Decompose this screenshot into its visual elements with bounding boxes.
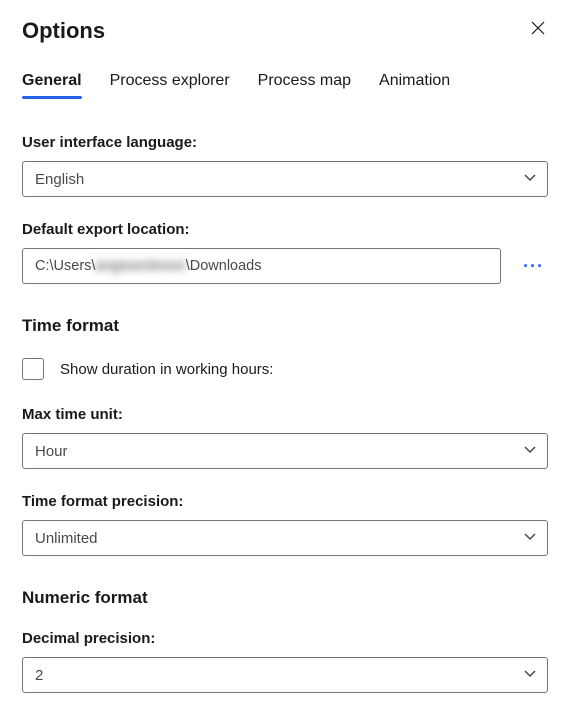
ui-language-label: User interface language:	[22, 134, 548, 151]
max-time-unit-value: Hour	[35, 443, 68, 460]
chevron-down-icon	[523, 170, 537, 188]
time-precision-label: Time format precision:	[22, 493, 548, 510]
export-path-suffix: \Downloads	[186, 258, 262, 274]
ui-language-select[interactable]: English	[22, 161, 548, 197]
show-duration-label: Show duration in working hours:	[60, 361, 273, 378]
time-precision-select[interactable]: Unlimited	[22, 520, 548, 556]
export-location-label: Default export location:	[22, 221, 548, 238]
decimal-precision-value: 2	[35, 667, 43, 684]
tab-process-explorer[interactable]: Process explorer	[110, 72, 230, 98]
ui-language-group: User interface language: English	[22, 134, 548, 197]
chevron-down-icon	[523, 442, 537, 460]
dialog-header: Options	[22, 18, 548, 44]
time-format-header: Time format	[22, 316, 548, 336]
chevron-down-icon	[523, 529, 537, 547]
tab-bar: General Process explorer Process map Ani…	[22, 72, 548, 98]
dialog-title: Options	[22, 18, 105, 44]
time-precision-value: Unlimited	[35, 530, 98, 547]
export-path-prefix: C:\Users\	[35, 258, 95, 274]
numeric-format-header: Numeric format	[22, 588, 548, 608]
decimal-precision-select[interactable]: 2	[22, 657, 548, 693]
ui-language-value: English	[35, 171, 84, 188]
close-button[interactable]	[528, 18, 548, 42]
show-duration-checkbox[interactable]	[22, 358, 44, 380]
max-time-unit-select[interactable]: Hour	[22, 433, 548, 469]
close-icon	[530, 23, 546, 40]
max-time-unit-group: Max time unit: Hour	[22, 406, 548, 469]
export-location-input[interactable]: C:\Users\angieandrews\Downloads	[22, 248, 501, 284]
ellipsis-icon: ···	[523, 256, 544, 276]
chevron-down-icon	[523, 666, 537, 684]
export-location-group: Default export location: C:\Users\angiea…	[22, 221, 548, 284]
export-path-redacted: angieandrews	[95, 258, 185, 274]
time-precision-group: Time format precision: Unlimited	[22, 493, 548, 556]
browse-button[interactable]: ···	[519, 252, 548, 281]
show-duration-row: Show duration in working hours:	[22, 358, 548, 380]
decimal-precision-group: Decimal precision: 2	[22, 630, 548, 693]
tab-general[interactable]: General	[22, 72, 82, 98]
decimal-precision-label: Decimal precision:	[22, 630, 548, 647]
tab-animation[interactable]: Animation	[379, 72, 450, 98]
tab-process-map[interactable]: Process map	[258, 72, 351, 98]
max-time-unit-label: Max time unit:	[22, 406, 548, 423]
